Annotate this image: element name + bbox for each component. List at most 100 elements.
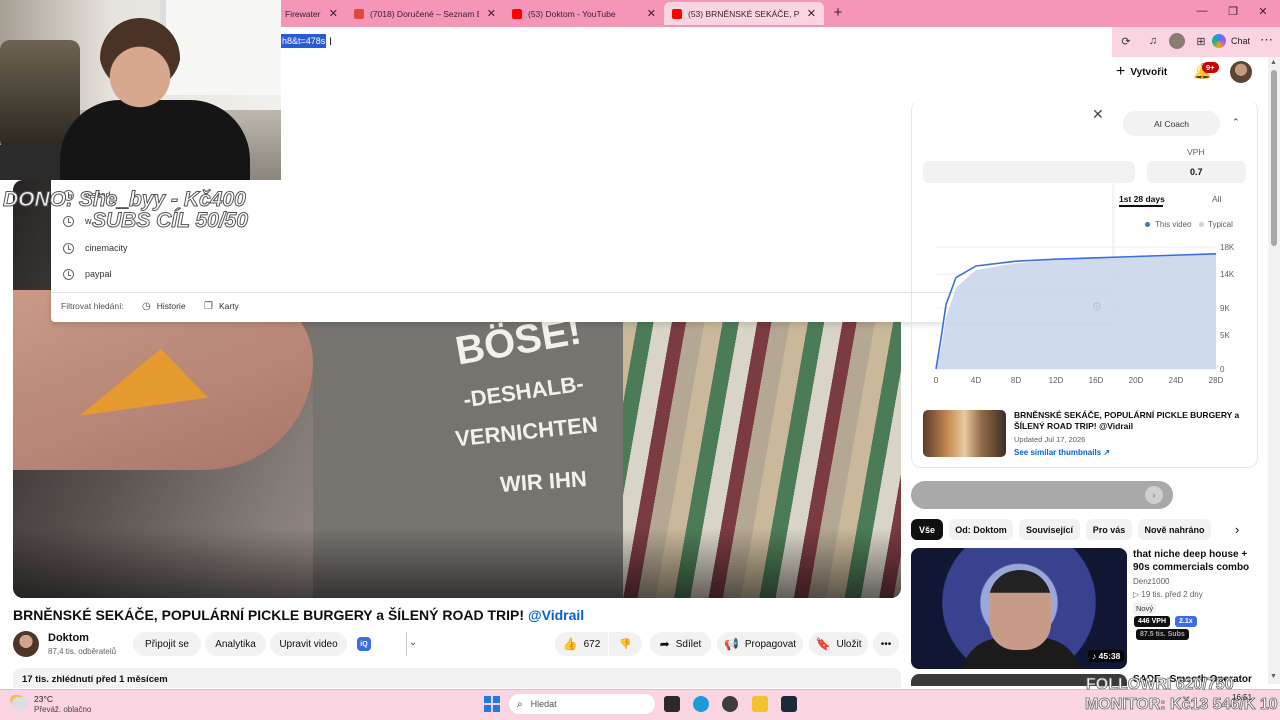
weather-description[interactable]: Převáž. oblačno xyxy=(34,705,91,714)
suggestion-item[interactable]: paypal xyxy=(63,266,112,282)
copilot-chat-button[interactable]: Chat xyxy=(1212,31,1250,51)
recommended-channel[interactable]: Denz1000 xyxy=(1133,577,1169,586)
page-scrollbar[interactable]: ▲ ▼ xyxy=(1268,57,1280,684)
task-view-icon[interactable] xyxy=(664,696,680,712)
tab-seznam-email[interactable]: (7018) Doručené – Seznam Email ✕ xyxy=(346,2,504,25)
analytics-button[interactable]: Analytika xyxy=(205,632,266,656)
search-icon: ⌕ xyxy=(517,698,523,710)
recommended-title[interactable]: that niche deep house + 90s commercials … xyxy=(1133,548,1261,574)
scroll-down-arrow-icon[interactable]: ▼ xyxy=(1270,673,1277,680)
chevron-down-icon[interactable]: ⌄ xyxy=(409,637,417,648)
join-button[interactable]: Připojit se xyxy=(133,632,201,656)
chip-for-you[interactable]: Pro vás xyxy=(1086,519,1132,540)
music-note-icon: ♪ xyxy=(1092,651,1099,661)
chart-x-tick-label: 20D xyxy=(1129,376,1144,385)
chevron-right-icon[interactable]: › xyxy=(1145,486,1163,504)
file-explorer-icon[interactable] xyxy=(752,696,768,712)
player-gradient xyxy=(13,528,901,598)
chip-from-doktom[interactable]: Od: Doktom xyxy=(949,519,1013,540)
history-icon xyxy=(63,242,74,254)
youtube-favicon-icon xyxy=(672,8,682,19)
tab-video-active[interactable]: (53) BRNĚNSKÉ SEKÁČE, POPULÁRNÍ ✕ xyxy=(664,2,824,25)
tab-firewater[interactable]: Firewater ✕ xyxy=(277,2,346,25)
history-icon xyxy=(63,268,74,280)
tab-close-icon[interactable]: ✕ xyxy=(807,7,816,20)
collapse-caret-icon[interactable]: ⌃ xyxy=(1232,117,1240,128)
thumbs-up-icon: 👍 xyxy=(562,637,578,651)
thumbnail-preview-title: BRNĚNSKÉ SEKÁČE, POPULÁRNÍ PICKLE BURGER… xyxy=(1014,410,1240,431)
divider xyxy=(406,632,407,656)
app-icon[interactable] xyxy=(781,696,797,712)
history-icon xyxy=(63,215,74,227)
chart-x-tick-label: 28D xyxy=(1209,376,1224,385)
like-button[interactable]: 👍 672 xyxy=(555,632,608,656)
windows-start-icon[interactable] xyxy=(484,696,500,712)
window-close-icon[interactable]: ✕ xyxy=(1255,5,1271,18)
extensions-puzzle-icon[interactable]: ⊞ xyxy=(1193,33,1209,49)
create-button[interactable]: + Vytvořit xyxy=(1116,61,1167,83)
webcam-person-head xyxy=(100,18,180,113)
description-box[interactable]: 17 tis. zhlédnutí před 1 měsícem xyxy=(13,668,901,688)
chip-related[interactable]: Související xyxy=(1019,519,1080,540)
more-actions-button[interactable]: ••• xyxy=(873,632,899,656)
mention-link[interactable]: @Vidrail xyxy=(528,607,584,623)
edit-video-button[interactable]: Upravit video xyxy=(270,632,347,656)
see-similar-thumbnails-link[interactable]: See similar thumbnails ↗ xyxy=(1014,448,1110,457)
taskbar-search[interactable]: ⌕ Hledat xyxy=(509,694,655,714)
channel-name[interactable]: Doktom xyxy=(48,632,89,644)
tab-close-icon[interactable]: ✕ xyxy=(647,7,656,20)
range-tab-28-days[interactable]: 1st 28 days xyxy=(1119,194,1165,204)
tab-doktom-youtube[interactable]: (53) Doktom - YouTube ✕ xyxy=(504,2,664,25)
suggestion-item[interactable]: w xyxy=(63,213,92,229)
thumb-figure-face xyxy=(989,570,1051,650)
minimize-icon[interactable]: — xyxy=(1194,5,1210,17)
chart-x-tick-label: 4D xyxy=(971,376,981,385)
channel-avatar[interactable] xyxy=(13,631,39,657)
live-chat-input-bar[interactable]: › xyxy=(911,481,1173,509)
address-bar-selected-text[interactable]: h8&t=478s xyxy=(281,34,327,48)
ai-coach-tab[interactable]: AI Coach xyxy=(1123,111,1220,136)
new-tab-plus-icon[interactable]: + xyxy=(830,4,846,22)
recommended-stats: ▷ 19 tis. před 2 dny xyxy=(1133,590,1203,599)
megaphone-icon: 📢 xyxy=(723,637,739,651)
save-button[interactable]: 🔖 Uložit xyxy=(809,632,868,656)
legend-this-video: This video xyxy=(1155,220,1192,229)
browser-profile-avatar[interactable] xyxy=(1169,33,1185,49)
dislike-button[interactable]: 👎 xyxy=(609,632,642,656)
chips-next-arrow-icon[interactable]: › xyxy=(1235,522,1239,537)
restore-icon[interactable]: ❐ xyxy=(1225,5,1241,18)
edge-browser-icon[interactable] xyxy=(693,696,709,712)
scroll-up-arrow-icon[interactable]: ▲ xyxy=(1270,59,1277,66)
weather-cloud-icon[interactable] xyxy=(12,697,28,709)
chart-y-tick-label: 14K xyxy=(1220,270,1235,279)
obs-icon[interactable] xyxy=(722,696,738,712)
legend-this-video-dot xyxy=(1145,222,1150,227)
subs-goal-overlay-text: SUBS CÍL 50/50 xyxy=(91,209,249,233)
scrollbar-thumb[interactable] xyxy=(1271,70,1277,246)
chip-all[interactable]: Vše xyxy=(911,519,943,540)
range-tab-all[interactable]: All xyxy=(1212,194,1221,204)
chart-y-tick-label: 5K xyxy=(1220,331,1230,340)
thumbnail-updated-date: Updated Jul 17, 2026 xyxy=(1014,435,1086,444)
filter-history-button[interactable]: ◷ Historie xyxy=(142,300,186,312)
tab-close-icon[interactable]: ✕ xyxy=(329,7,338,20)
media-icon[interactable]: ♫ xyxy=(1145,33,1161,49)
chart-y-ticks: 18K 14K 9K 5K 0 xyxy=(1220,243,1235,374)
filter-tabs-button[interactable]: ❐ Karty xyxy=(204,300,239,312)
suggestion-item[interactable]: cinemacity xyxy=(63,240,128,256)
chip-recently-uploaded[interactable]: Nově nahráno xyxy=(1138,519,1211,540)
new-badge: Nový xyxy=(1133,603,1157,614)
share-button[interactable]: ➦ Sdílet xyxy=(650,632,711,656)
tab-close-icon[interactable]: ✕ xyxy=(487,7,496,20)
chart-y-tick-label: 0 xyxy=(1220,365,1225,374)
thumbs-down-icon: 👎 xyxy=(619,638,632,650)
promote-button[interactable]: 📢 Propagovat xyxy=(717,632,803,656)
subs-pill: 87.5 tis. Subs xyxy=(1136,629,1189,640)
extension-icon[interactable]: ⟳ xyxy=(1118,33,1134,49)
vidiq-extension-icon[interactable]: iQ xyxy=(357,637,371,651)
browser-menu-icon[interactable]: ⋯ xyxy=(1260,32,1273,48)
video-thumbnail-preview[interactable] xyxy=(923,410,1006,457)
account-avatar[interactable] xyxy=(1230,61,1252,83)
taskbar-clock[interactable]: 16:51 xyxy=(1232,693,1252,702)
weather-temperature[interactable]: 23°C xyxy=(34,694,53,704)
